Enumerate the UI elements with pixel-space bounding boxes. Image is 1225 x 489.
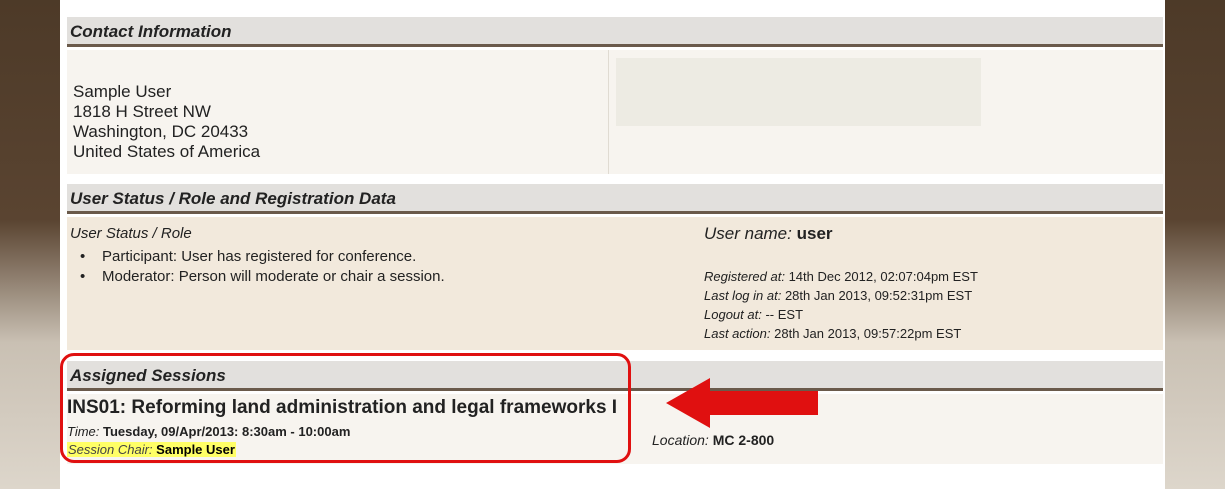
- registered-label: Registered at:: [704, 269, 785, 284]
- logout-value: -- EST: [765, 307, 804, 322]
- status-header: User Status / Role and Registration Data: [67, 184, 1163, 214]
- lastaction-label: Last action:: [704, 326, 771, 341]
- role-item-participant: Participant: User has registered for con…: [70, 247, 445, 267]
- username-label: User name:: [704, 224, 792, 243]
- contact-header-title: Contact Information: [70, 22, 232, 41]
- map-placeholder: [616, 58, 981, 126]
- lastaction-line: Last action: 28th Jan 2013, 09:57:22pm E…: [704, 326, 961, 341]
- registered-line: Registered at: 14th Dec 2012, 02:07:04pm…: [704, 269, 978, 284]
- role-item-moderator: Moderator: Person will moderate or chair…: [70, 267, 445, 287]
- background-left: [0, 0, 60, 489]
- role-title: User Status / Role: [70, 225, 192, 242]
- background-right: [1165, 0, 1225, 489]
- contact-name: Sample User: [73, 82, 172, 101]
- lastaction-value: 28th Jan 2013, 09:57:22pm EST: [774, 326, 962, 341]
- lastlogin-line: Last log in at: 28th Jan 2013, 09:52:31p…: [704, 288, 972, 303]
- status-header-title: User Status / Role and Registration Data: [70, 189, 396, 208]
- session-location: Location: MC 2-800: [652, 432, 774, 448]
- annotation-highlight-box: [60, 353, 631, 463]
- registered-value: 14th Dec 2012, 02:07:04pm EST: [788, 269, 978, 284]
- logout-label: Logout at:: [704, 307, 762, 322]
- session-location-value: MC 2-800: [712, 432, 775, 448]
- lastlogin-value: 28th Jan 2013, 09:52:31pm EST: [784, 288, 973, 303]
- column-divider: [608, 50, 609, 174]
- contact-country: United States of America: [73, 142, 261, 161]
- left-arrow-icon: [666, 378, 818, 428]
- session-location-label: Location:: [652, 432, 709, 448]
- role-list: Participant: User has registered for con…: [70, 247, 445, 287]
- username-value: user: [796, 224, 833, 243]
- contact-city: Washington, DC 20433: [73, 122, 249, 141]
- logout-line: Logout at: -- EST: [704, 307, 803, 322]
- contact-body: Sample User 1818 H Street NW Washington,…: [67, 50, 1163, 174]
- username-line: User name: user: [704, 224, 833, 244]
- contact-street: 1818 H Street NW: [73, 102, 211, 121]
- contact-header: Contact Information: [67, 17, 1163, 47]
- status-body: User Status / Role Participant: User has…: [67, 217, 1163, 350]
- lastlogin-label: Last log in at:: [704, 288, 782, 303]
